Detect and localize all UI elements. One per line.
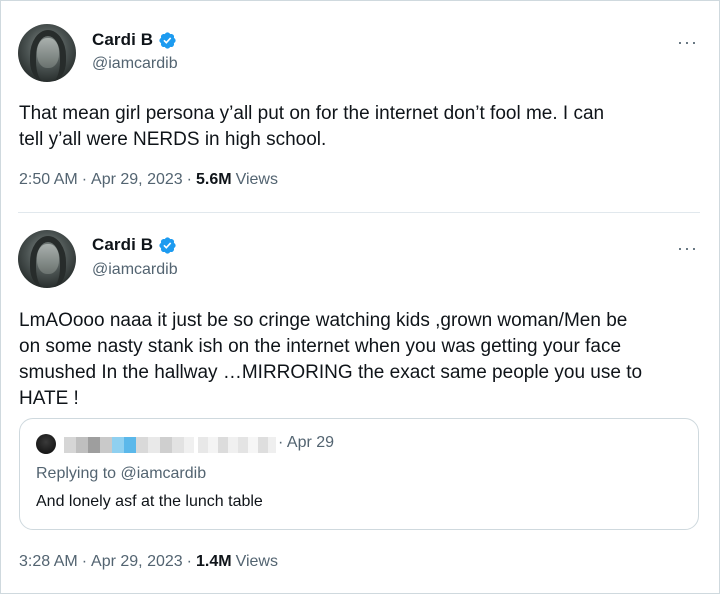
quoted-author-handle-redacted — [198, 437, 276, 453]
author-handle[interactable]: @iamcardib — [92, 261, 178, 279]
views-label[interactable]: Views — [236, 553, 278, 571]
quoted-author-name-redacted — [64, 437, 194, 453]
author-avatar[interactable] — [18, 24, 76, 82]
tweet-meta: 2:50 AM · Apr 29, 2023 · 5.6M Views — [19, 171, 278, 189]
author-name-row[interactable]: Cardi B — [92, 30, 177, 50]
verified-badge-icon — [159, 236, 176, 254]
quoted-author-avatar[interactable] — [36, 434, 56, 454]
more-options-icon[interactable]: ··· — [677, 33, 698, 51]
more-options-icon[interactable]: ··· — [677, 239, 698, 257]
quoted-tweet[interactable]: · Apr 29 Replying to @iamcardib And lone… — [19, 418, 699, 530]
tweet-2[interactable]: Cardi B @iamcardib ··· LmAOooo naaa it j… — [0, 213, 720, 594]
views-count[interactable]: 5.6M — [196, 171, 232, 189]
quoted-tweet-text: And lonely asf at the lunch table — [36, 493, 263, 510]
replying-handle[interactable]: @iamcardib — [121, 465, 207, 482]
quoted-tweet-date[interactable]: · Apr 29 — [278, 434, 334, 452]
replying-prefix: Replying to — [36, 465, 117, 482]
tweet-date[interactable]: Apr 29, 2023 — [91, 171, 183, 189]
author-handle[interactable]: @iamcardib — [92, 55, 178, 73]
tweet-text: LmAOooo naaa it just be so cringe watchi… — [19, 310, 643, 409]
author-name[interactable]: Cardi B — [92, 30, 153, 50]
quoted-replying-to: Replying to @iamcardib — [36, 465, 206, 483]
author-name-row[interactable]: Cardi B — [92, 235, 177, 255]
meta-separator: · — [186, 553, 192, 570]
tweet-text: That mean girl persona y’all put on for … — [19, 103, 605, 150]
avatar-face — [37, 38, 59, 68]
tweet-1[interactable]: Cardi B @iamcardib ··· That mean girl pe… — [0, 0, 720, 212]
author-avatar[interactable] — [18, 230, 76, 288]
tweet-meta: 3:28 AM · Apr 29, 2023 · 1.4M Views — [19, 553, 278, 571]
tweet-time[interactable]: 2:50 AM — [19, 171, 78, 189]
tweet-time[interactable]: 3:28 AM — [19, 553, 78, 571]
meta-separator: · — [186, 171, 192, 188]
verified-badge-icon — [159, 31, 176, 49]
views-count[interactable]: 1.4M — [196, 553, 232, 571]
tweet-date[interactable]: Apr 29, 2023 — [91, 553, 183, 571]
avatar-face — [37, 244, 59, 274]
views-label[interactable]: Views — [236, 171, 278, 189]
meta-separator: · — [81, 553, 88, 570]
author-name[interactable]: Cardi B — [92, 235, 153, 255]
meta-separator: · — [81, 171, 88, 188]
